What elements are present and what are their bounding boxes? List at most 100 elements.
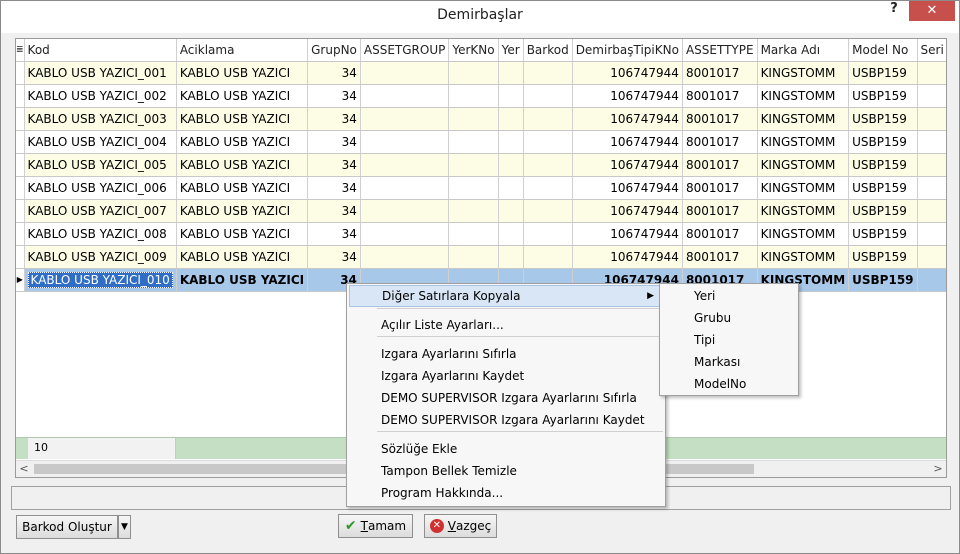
table-cell[interactable]: 106747944 [572,245,683,269]
table-cell[interactable]: KABLO USB YAZICI [176,176,309,200]
menu-item[interactable]: Diğer Satırlara Kopyala ▶ [349,285,663,307]
cell-editor[interactable]: KABLO USB YAZICI_010 [27,271,173,288]
table-cell[interactable] [523,107,573,131]
menu-item[interactable]: Sözlüğe Ekle [349,438,663,460]
table-cell[interactable] [498,84,524,108]
table-cell[interactable] [448,199,499,223]
table-cell[interactable] [523,176,573,200]
table-row[interactable]: KABLO USB YAZICI_001 KABLO USB YAZICI 34 10… [16,61,946,85]
table-cell[interactable] [448,61,499,85]
table-cell[interactable]: KINGSTOMM [757,61,850,85]
table-cell[interactable]: USBP159 [848,107,918,131]
row-indicator[interactable] [16,245,25,269]
table-cell[interactable] [448,222,499,246]
close-button[interactable]: ✕ [909,1,955,21]
table-cell[interactable]: KINGSTOMM [757,176,850,200]
table-cell[interactable]: 34 [307,107,361,131]
scroll-left-icon[interactable]: < [16,461,32,477]
column-header[interactable]: YerKNo [448,39,499,62]
table-cell[interactable]: KABLO USB YAZICI [176,222,309,246]
table-cell[interactable] [498,222,524,246]
table-cell[interactable] [917,107,946,131]
table-cell[interactable] [917,130,946,154]
barkod-olustur-button[interactable]: Barkod Oluştur [16,515,118,539]
table-cell[interactable]: 8001017 [682,107,758,131]
table-cell[interactable]: 106747944 [572,176,683,200]
menu-item[interactable]: Izgara Ayarlarını Kaydet [349,365,663,387]
table-cell[interactable] [498,61,524,85]
table-cell[interactable]: 34 [307,199,361,223]
table-cell[interactable]: KABLO USB YAZICI [176,268,309,292]
column-header[interactable]: Marka Adı [757,39,850,62]
table-cell[interactable]: 106747944 [572,61,683,85]
table-row[interactable]: KABLO USB YAZICI_009 KABLO USB YAZICI 34 10… [16,245,946,269]
column-header[interactable]: ASSETTYPE [682,39,758,62]
table-cell[interactable]: 8001017 [682,176,758,200]
column-header[interactable]: Aciklama [176,39,309,62]
table-cell[interactable] [448,107,499,131]
column-header[interactable]: Barkod [523,39,573,62]
table-cell[interactable] [498,153,524,177]
column-header[interactable]: Kod [24,39,177,62]
table-cell[interactable]: 8001017 [682,153,758,177]
table-cell[interactable]: 106747944 [572,153,683,177]
table-cell[interactable]: KABLO USB YAZICI [176,61,309,85]
table-cell[interactable]: 106747944 [572,84,683,108]
scroll-right-icon[interactable]: > [930,461,946,477]
table-cell[interactable] [917,84,946,108]
table-cell[interactable]: KABLO USB YAZICI [176,199,309,223]
table-cell[interactable]: KINGSTOMM [757,153,850,177]
column-header[interactable]: Seri No [917,39,946,62]
help-button[interactable]: ? [883,1,905,21]
menu-item[interactable]: Program Hakkında... [349,482,663,504]
table-cell[interactable] [917,176,946,200]
row-indicator[interactable] [16,61,25,85]
table-cell[interactable] [917,199,946,223]
table-cell[interactable] [448,176,499,200]
table-cell[interactable] [498,199,524,223]
barkod-dropdown-icon[interactable]: ▼ [118,515,131,539]
submenu-item[interactable]: ModelNo [662,373,796,395]
table-cell[interactable] [448,84,499,108]
table-cell[interactable]: USBP159 [848,176,918,200]
column-header[interactable]: Model No [848,39,918,62]
table-cell[interactable]: 34 [307,245,361,269]
table-cell[interactable]: KINGSTOMM [757,130,850,154]
row-indicator[interactable] [16,199,25,223]
table-cell[interactable]: KABLO USB YAZICI_010 [24,268,177,292]
table-cell[interactable] [448,153,499,177]
table-cell[interactable] [360,153,450,177]
row-indicator[interactable] [16,153,25,177]
table-cell[interactable]: USBP159 [848,268,918,292]
table-cell[interactable]: 8001017 [682,222,758,246]
table-cell[interactable]: 34 [307,176,361,200]
table-cell[interactable]: 8001017 [682,199,758,223]
menu-item[interactable]: DEMO SUPERVISOR Izgara Ayarlarını Sıfırl… [349,387,663,409]
table-cell[interactable]: KABLO USB YAZICI_004 [24,130,177,154]
menu-item[interactable]: Izgara Ayarlarını Sıfırla [349,343,663,365]
table-cell[interactable]: KABLO USB YAZICI_005 [24,153,177,177]
table-cell[interactable]: KABLO USB YAZICI_003 [24,107,177,131]
table-cell[interactable]: 8001017 [682,84,758,108]
table-cell[interactable]: KABLO USB YAZICI [176,130,309,154]
table-cell[interactable]: 106747944 [572,222,683,246]
table-cell[interactable]: 8001017 [682,130,758,154]
table-row[interactable]: KABLO USB YAZICI_002 KABLO USB YAZICI 34 10… [16,84,946,108]
table-cell[interactable]: KINGSTOMM [757,199,850,223]
table-row[interactable]: KABLO USB YAZICI_008 KABLO USB YAZICI 34 10… [16,222,946,246]
table-cell[interactable]: 8001017 [682,61,758,85]
table-row[interactable]: KABLO USB YAZICI_005 KABLO USB YAZICI 34 10… [16,153,946,177]
table-cell[interactable] [498,245,524,269]
table-row[interactable]: KABLO USB YAZICI_004 KABLO USB YAZICI 34 10… [16,130,946,154]
table-cell[interactable] [917,268,946,292]
row-indicator[interactable] [16,130,25,154]
submenu-item[interactable]: Tipi [662,329,796,351]
table-cell[interactable]: KINGSTOMM [757,222,850,246]
table-cell[interactable]: KABLO USB YAZICI_007 [24,199,177,223]
table-cell[interactable]: USBP159 [848,153,918,177]
submenu-item[interactable]: Markası [662,351,796,373]
table-cell[interactable] [523,245,573,269]
menu-item[interactable]: DEMO SUPERVISOR Izgara Ayarlarını Kaydet [349,409,663,431]
table-cell[interactable]: USBP159 [848,222,918,246]
table-cell[interactable]: USBP159 [848,84,918,108]
